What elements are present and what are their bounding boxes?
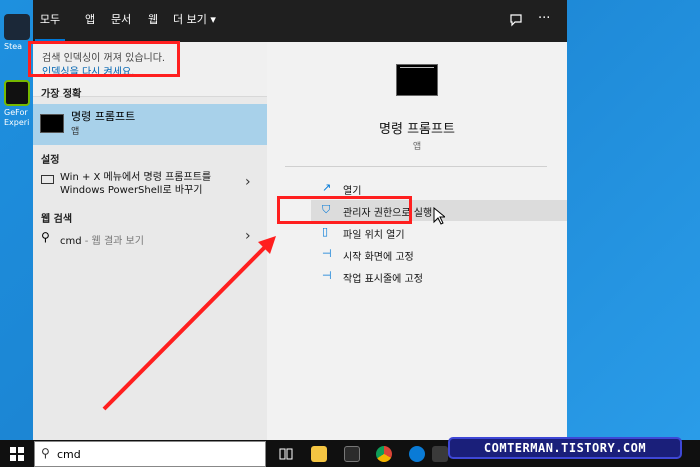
- divider: [285, 166, 547, 167]
- command-prompt-large-icon: [396, 64, 438, 96]
- results-list: 검색 인덱싱이 꺼져 있습니다. 인덱싱을 다시 켜세요. 가장 정확 명령 프…: [33, 42, 267, 440]
- preview-title: 명령 프롬프트: [379, 122, 455, 137]
- command-prompt-icon: [40, 114, 64, 133]
- app-icon[interactable]: [432, 446, 448, 462]
- steam-icon: [4, 14, 30, 40]
- web-query: cmd: [60, 236, 82, 247]
- action-label: 시작 화면에 고정: [343, 252, 414, 263]
- settings-item[interactable]: Win + X 메뉴에서 명령 프롬프트를 Windows PowerShell…: [33, 166, 267, 204]
- titlebar-line: [400, 67, 434, 68]
- settings-item-line2: Windows PowerShell로 바꾸기: [60, 185, 203, 196]
- app-icon[interactable]: [344, 446, 360, 462]
- web-search-item[interactable]: ⚲ cmd - 웹 결과 보기 ›: [33, 228, 267, 248]
- action-open-file-location[interactable]: ▯ 파일 위치 열기: [267, 222, 567, 243]
- edge-icon[interactable]: [409, 446, 425, 462]
- desktop-icon-label: GeFor Experi: [4, 108, 30, 127]
- chevron-right-icon: ›: [245, 228, 251, 244]
- folder-icon: ▯: [322, 225, 329, 238]
- annotation-box-indexing: [28, 41, 180, 77]
- preview-pane: 명령 프롬프트 앱 ↗ 열기 ⛉ 관리자 권한으로 실행 ▯ 파일 위치 열기 …: [267, 42, 567, 440]
- desktop-icon-geforce[interactable]: GeFor Experi: [4, 80, 34, 128]
- file-explorer-icon[interactable]: [311, 446, 327, 462]
- chrome-icon[interactable]: [376, 446, 392, 462]
- watermark: COMTERMAN.TISTORY.COM: [448, 437, 682, 459]
- best-match-heading: 가장 정확: [41, 89, 82, 100]
- settings-heading: 설정: [41, 155, 60, 166]
- more-options-icon[interactable]: ···: [538, 11, 550, 26]
- settings-item-line1: Win + X 메뉴에서 명령 프롬프트를: [60, 172, 212, 183]
- tab-more[interactable]: 더 보기 ▾: [173, 0, 216, 42]
- mouse-cursor: [433, 206, 447, 228]
- web-search-text: cmd - 웹 결과 보기: [60, 232, 144, 247]
- web-search-heading: 웹 검색: [41, 214, 73, 225]
- annotation-box-run-as-admin: [277, 196, 412, 224]
- tab-all[interactable]: 모두: [35, 0, 65, 42]
- feedback-icon[interactable]: [509, 13, 523, 31]
- action-label: 작업 표시줄에 고정: [343, 274, 423, 285]
- pin-icon: ⊣: [322, 269, 332, 282]
- tab-web[interactable]: 웹: [148, 0, 158, 42]
- task-view-icon[interactable]: [278, 446, 294, 462]
- geforce-icon: [4, 80, 30, 106]
- settings-item-text: Win + X 메뉴에서 명령 프롬프트를 Windows PowerShell…: [60, 171, 211, 197]
- tab-label: 모두: [39, 13, 61, 26]
- search-icon: ⚲: [41, 230, 50, 244]
- settings-monitor-icon: [41, 175, 54, 184]
- open-icon: ↗: [322, 181, 332, 194]
- best-match-item[interactable]: 명령 프롬프트 앱: [33, 104, 267, 145]
- best-match-name: 명령 프롬프트: [71, 110, 136, 123]
- preview-subtitle: 앱: [412, 142, 422, 152]
- action-label: 열기: [343, 186, 362, 197]
- best-match-type: 앱: [71, 127, 80, 137]
- taskbar-search-box[interactable]: ⚲ cmd: [34, 441, 266, 467]
- chevron-right-icon: ›: [245, 174, 251, 190]
- web-hint: - 웹 결과 보기: [81, 236, 144, 247]
- action-pin-to-start[interactable]: ⊣ 시작 화면에 고정: [267, 244, 567, 265]
- pin-icon: ⊣: [322, 247, 332, 260]
- tab-apps[interactable]: 앱: [85, 0, 95, 42]
- action-label: 파일 위치 열기: [343, 230, 405, 241]
- tab-documents[interactable]: 문서: [111, 0, 131, 42]
- search-filter-bar: 모두 앱 문서 웹 더 보기 ▾ ···: [33, 0, 567, 42]
- search-input[interactable]: cmd: [57, 448, 81, 461]
- action-pin-to-taskbar[interactable]: ⊣ 작업 표시줄에 고정: [267, 266, 567, 287]
- start-windows-icon[interactable]: [10, 447, 24, 461]
- desktop-icon-label: Stea: [4, 42, 23, 51]
- search-icon: ⚲: [41, 446, 50, 460]
